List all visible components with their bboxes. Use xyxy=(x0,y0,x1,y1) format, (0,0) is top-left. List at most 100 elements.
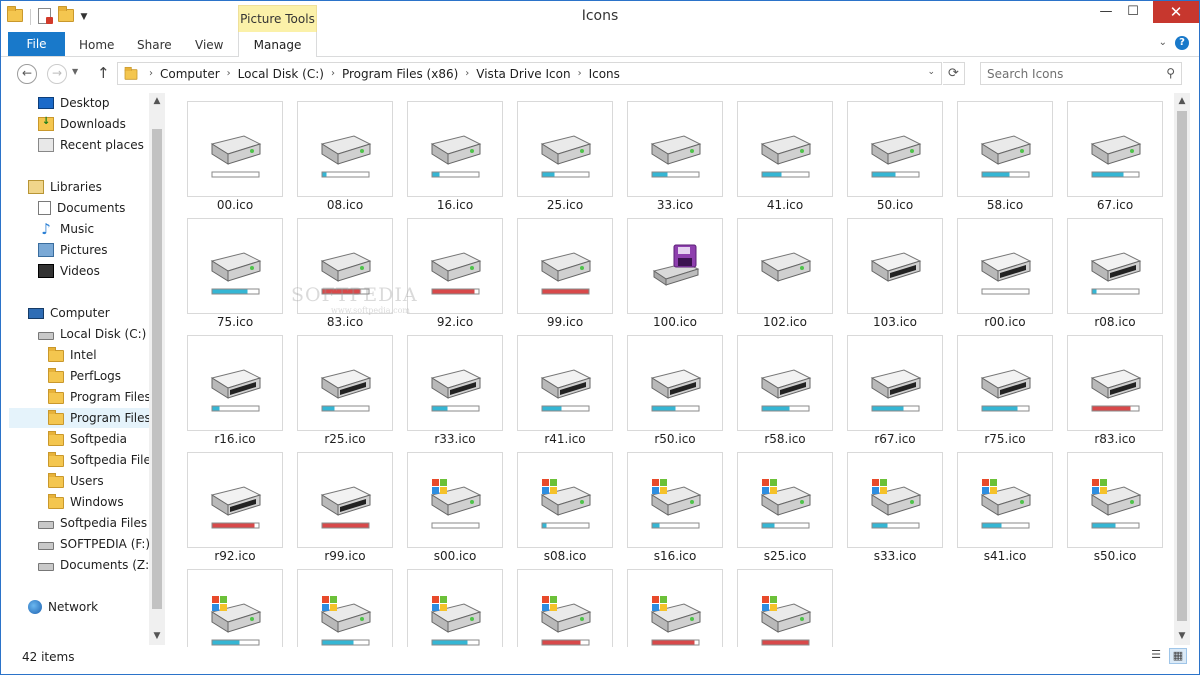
expand-ribbon-chevron-icon[interactable]: ⌄ xyxy=(1159,37,1167,48)
tab-view[interactable]: View xyxy=(195,32,223,56)
nav-item-libraries[interactable]: Libraries xyxy=(28,177,102,197)
back-icon[interactable]: ← xyxy=(17,64,37,84)
tab-file[interactable]: File xyxy=(8,32,65,56)
file-tile[interactable] xyxy=(627,452,723,548)
file-tile[interactable] xyxy=(407,218,503,314)
nav-item-softpedia[interactable]: Softpedia xyxy=(48,429,127,449)
nav-item-videos[interactable]: Videos xyxy=(38,261,100,281)
breadcrumb-separator-icon[interactable]: › xyxy=(227,68,231,79)
file-tile[interactable] xyxy=(957,335,1053,431)
nav-item-drive-f[interactable]: SOFTPEDIA (F:) xyxy=(38,534,149,554)
nav-item-windows[interactable]: Windows xyxy=(48,492,124,512)
nav-item-drive-z[interactable]: Documents (Z:) xyxy=(38,555,149,575)
search-input[interactable] xyxy=(987,65,1157,82)
file-name[interactable]: s25.ico xyxy=(730,549,840,563)
file-tile[interactable] xyxy=(407,335,503,431)
breadcrumb-computer[interactable]: Computer xyxy=(160,67,220,81)
tab-home[interactable]: Home xyxy=(79,32,114,56)
file-tile[interactable] xyxy=(297,335,393,431)
address-bar[interactable]: › Computer › Local Disk (C:) › Program F… xyxy=(117,62,942,85)
file-name[interactable]: 100.ico xyxy=(620,315,730,329)
file-name[interactable]: r99.ico xyxy=(290,549,400,563)
file-name[interactable]: 33.ico xyxy=(620,198,730,212)
file-tile[interactable] xyxy=(737,335,833,431)
details-view-icon[interactable]: ☰ xyxy=(1147,648,1165,664)
file-name[interactable]: r08.ico xyxy=(1060,315,1170,329)
file-tile[interactable] xyxy=(957,452,1053,548)
file-tile[interactable] xyxy=(737,218,833,314)
file-name[interactable]: 102.ico xyxy=(730,315,840,329)
file-name[interactable]: 00.ico xyxy=(180,198,290,212)
nav-item-downloads[interactable]: Downloads xyxy=(38,114,126,134)
file-tile[interactable] xyxy=(847,218,943,314)
file-name[interactable]: r50.ico xyxy=(620,432,730,446)
file-name[interactable]: s00.ico xyxy=(400,549,510,563)
file-tile[interactable] xyxy=(297,569,393,647)
file-tile[interactable] xyxy=(187,101,283,197)
nav-item-program-files[interactable]: Program Files xyxy=(48,387,149,407)
nav-item-pictures[interactable]: Pictures xyxy=(38,240,108,260)
file-name[interactable]: 92.ico xyxy=(400,315,510,329)
file-tile[interactable] xyxy=(1067,452,1163,548)
breadcrumb-icons[interactable]: Icons xyxy=(589,67,620,81)
file-name[interactable]: 67.ico xyxy=(1060,198,1170,212)
nav-item-users[interactable]: Users xyxy=(48,471,104,491)
file-name[interactable]: r16.ico xyxy=(180,432,290,446)
file-tile[interactable] xyxy=(517,452,613,548)
file-tile[interactable] xyxy=(517,335,613,431)
nav-item-computer[interactable]: Computer xyxy=(28,303,110,323)
file-tile[interactable] xyxy=(187,335,283,431)
scrollbar-thumb[interactable] xyxy=(1177,111,1187,621)
file-tile[interactable] xyxy=(627,335,723,431)
nav-item-perflogs[interactable]: PerfLogs xyxy=(48,366,121,386)
file-name[interactable]: 16.ico xyxy=(400,198,510,212)
file-tile[interactable] xyxy=(297,101,393,197)
file-tile[interactable] xyxy=(517,569,613,647)
file-name[interactable]: 83.ico xyxy=(290,315,400,329)
nav-item-network[interactable]: Network xyxy=(28,597,98,617)
help-icon[interactable]: ? xyxy=(1175,36,1189,50)
file-name[interactable]: 99.ico xyxy=(510,315,620,329)
nav-item-desktop[interactable]: Desktop xyxy=(38,93,110,113)
file-tile[interactable] xyxy=(517,101,613,197)
file-name[interactable]: r58.ico xyxy=(730,432,840,446)
breadcrumb-separator-icon[interactable]: › xyxy=(578,68,582,79)
file-name[interactable]: r33.ico xyxy=(400,432,510,446)
nav-item-intel[interactable]: Intel xyxy=(48,345,97,365)
breadcrumb-vista-drive-icon[interactable]: Vista Drive Icon xyxy=(476,67,570,81)
file-name[interactable]: 58.ico xyxy=(950,198,1060,212)
file-name[interactable]: r83.ico xyxy=(1060,432,1170,446)
file-name[interactable]: 50.ico xyxy=(840,198,950,212)
nav-item-local-disk-c[interactable]: Local Disk (C:) xyxy=(38,324,146,344)
file-name[interactable]: s33.ico xyxy=(840,549,950,563)
properties-icon[interactable] xyxy=(38,7,54,26)
breadcrumb-separator-icon[interactable]: › xyxy=(331,68,335,79)
file-name[interactable]: 08.ico xyxy=(290,198,400,212)
search-box[interactable]: ⚲ xyxy=(980,62,1182,85)
file-tile[interactable] xyxy=(1067,101,1163,197)
file-tile[interactable] xyxy=(187,569,283,647)
scrollbar-thumb[interactable] xyxy=(152,129,162,609)
qat-customize-chevron-icon[interactable]: ▼ xyxy=(78,12,90,22)
file-name[interactable]: r92.ico xyxy=(180,549,290,563)
breadcrumb-separator-icon[interactable]: › xyxy=(465,68,469,79)
file-name[interactable]: r67.ico xyxy=(840,432,950,446)
close-button[interactable]: ✕ xyxy=(1153,1,1199,23)
tab-manage[interactable]: Manage xyxy=(238,32,317,57)
file-tile[interactable] xyxy=(957,218,1053,314)
file-tile[interactable] xyxy=(407,569,503,647)
file-name[interactable]: r75.ico xyxy=(950,432,1060,446)
file-name[interactable]: 103.ico xyxy=(840,315,950,329)
file-tile[interactable] xyxy=(187,452,283,548)
file-name[interactable]: s50.ico xyxy=(1060,549,1170,563)
file-tile[interactable] xyxy=(737,101,833,197)
forward-icon[interactable]: → xyxy=(47,64,67,84)
nav-item-recent-places[interactable]: Recent places xyxy=(38,135,144,155)
file-tile[interactable] xyxy=(297,452,393,548)
navigation-pane-scrollbar[interactable]: ▲ ▼ xyxy=(149,93,165,645)
file-tile[interactable] xyxy=(1067,335,1163,431)
address-dropdown-chevron-icon[interactable]: ⌄ xyxy=(927,67,935,77)
file-tile[interactable] xyxy=(627,218,723,314)
scroll-up-icon[interactable]: ▲ xyxy=(1174,93,1190,110)
scroll-down-icon[interactable]: ▼ xyxy=(1174,628,1190,645)
